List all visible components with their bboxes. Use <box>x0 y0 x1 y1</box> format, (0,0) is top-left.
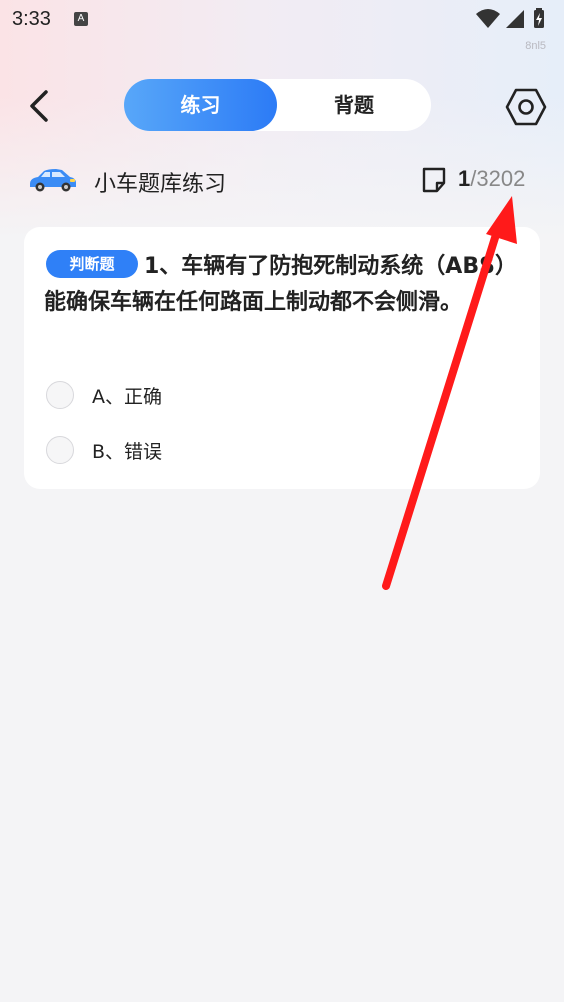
bank-info-row: 小车题库练习 1/3202 <box>24 160 544 200</box>
question-counter[interactable]: 1/3202 <box>458 166 525 192</box>
tab-practice[interactable]: 练习 <box>124 79 277 131</box>
mode-tabs: 练习 背题 <box>124 79 431 131</box>
watermark: 8nl5 <box>525 40 546 52</box>
system-status-icons <box>476 8 544 28</box>
signal-icon <box>506 10 524 28</box>
radio-icon[interactable] <box>46 381 74 409</box>
bank-title: 小车题库练习 <box>94 172 227 197</box>
current-question-number: 1 <box>458 166 471 191</box>
car-icon <box>30 169 76 192</box>
question-type-badge: 判断题 <box>46 250 138 278</box>
wifi-icon <box>476 9 500 28</box>
question-card: 1、车辆有了防抱死制动系统（ABS）能确保车辆在任何路面上制动都不会侧滑。 判断… <box>24 227 540 489</box>
status-bar: 3:33 A 8nl5 <box>0 0 564 52</box>
settings-icon[interactable] <box>505 86 547 128</box>
option-a[interactable]: A、正确 <box>46 379 506 411</box>
tab-memorize[interactable]: 背题 <box>277 79 431 131</box>
notification-icon: A <box>74 12 88 26</box>
option-label: A、正确 <box>92 386 162 408</box>
total-questions: /3202 <box>470 166 526 191</box>
option-label: B、错误 <box>92 441 163 463</box>
status-time: 3:33 <box>12 8 51 30</box>
radio-icon[interactable] <box>46 436 74 464</box>
option-b[interactable]: B、错误 <box>46 434 506 466</box>
answer-sheet-icon[interactable] <box>420 166 448 194</box>
back-icon[interactable] <box>24 88 56 124</box>
